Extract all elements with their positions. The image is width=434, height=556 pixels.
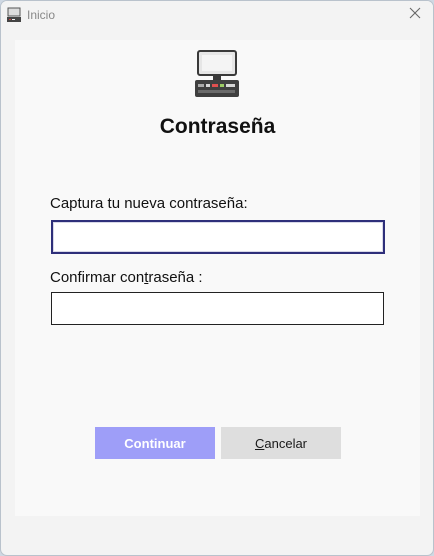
computer-terminal-icon	[6, 7, 22, 23]
cash-register-icon	[193, 49, 241, 99]
confirm-password-field[interactable]	[51, 292, 384, 325]
cancel-button[interactable]: Cancelar	[221, 427, 341, 459]
login-window: Inicio Contraseña Captura tu nueva contr…	[0, 0, 434, 556]
continue-button-label: Continuar	[124, 435, 186, 451]
window-title: Inicio	[27, 8, 56, 22]
new-password-label: Captura tu nueva contraseña:	[50, 195, 248, 212]
new-password-field[interactable]	[51, 220, 385, 254]
confirm-label-prefix: Confirmar con	[50, 269, 145, 286]
confirm-password-label: Confirmar contraseña :	[50, 269, 203, 286]
cancel-button-label: Cancelar	[255, 436, 307, 451]
confirm-label-suffix: raseña :	[148, 269, 203, 286]
title-bar[interactable]: Inicio	[1, 1, 433, 29]
cancel-mnemonic: C	[254, 435, 265, 451]
password-panel: Contraseña Captura tu nueva contraseña: …	[15, 40, 420, 516]
close-icon	[409, 6, 421, 24]
continue-button[interactable]: Continuar	[95, 427, 215, 459]
cancel-label-rest: ancelar	[264, 435, 308, 451]
page-title: Contraseña	[159, 115, 276, 138]
close-button[interactable]	[397, 1, 433, 29]
